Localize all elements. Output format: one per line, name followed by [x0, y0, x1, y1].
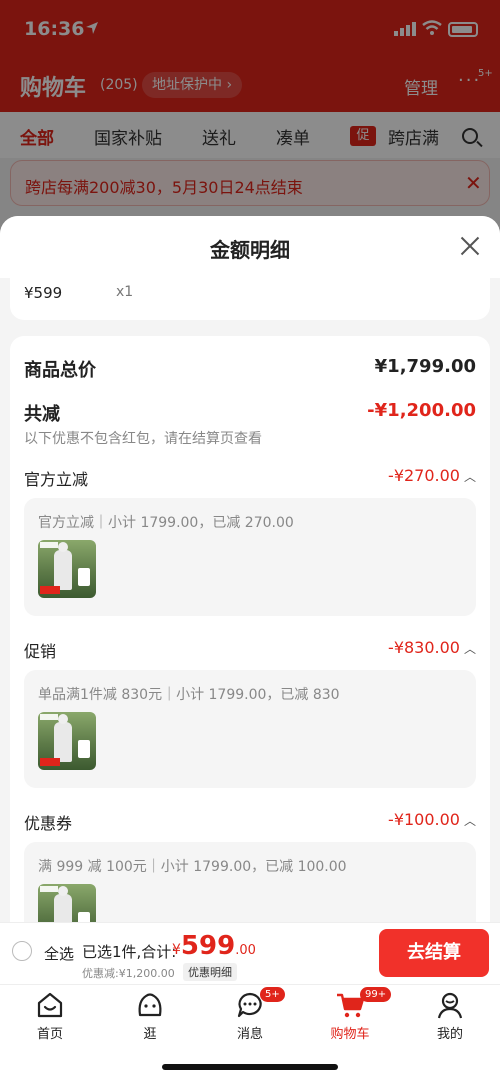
select-all-checkbox[interactable] — [12, 941, 32, 961]
nav-messages-label: 消息 — [236, 1027, 263, 1042]
detail-text: 单品满1件减 830元｜小计 1799.00，已减 830 — [38, 687, 340, 703]
product-thumbnail[interactable] — [38, 712, 96, 770]
detail-text: 官方立减｜小计 1799.00，已减 270.00 — [38, 515, 294, 531]
discount-detail-button[interactable]: 优惠明细 — [183, 963, 237, 981]
section-promotion-value: -¥830.00 — [388, 638, 460, 657]
nav-messages[interactable]: 5+ 消息 — [210, 987, 290, 1042]
chevron-up-icon: ︿ — [463, 642, 476, 656]
section-official-discount-toggle[interactable]: -¥270.00 ︿ — [388, 466, 476, 485]
sheet-header: 金额明细 — [0, 216, 500, 278]
nav-profile[interactable]: 我的 — [410, 991, 490, 1042]
section-promotion-label: 促销 — [24, 642, 57, 661]
message-badge: 5+ — [260, 987, 285, 1002]
section-official-discount-value: -¥270.00 — [388, 466, 460, 485]
item-quantity: x1 — [116, 284, 134, 300]
total-price-value: ¥1,799.00 — [374, 356, 476, 377]
total-reduction-value: -¥1,200.00 — [367, 400, 476, 421]
checkout-button[interactable]: 去结算 — [379, 929, 489, 977]
section-coupon-toggle[interactable]: -¥100.00 ︿ — [388, 810, 476, 829]
checkout-bar: 全选 已选1件,合计: ¥599.00 优惠减:¥1,200.00 优惠明细 去… — [0, 922, 500, 984]
saved-amount: 优惠减:¥1,200.00 — [82, 967, 175, 980]
nav-profile-label: 我的 — [436, 1027, 463, 1042]
nav-cart[interactable]: 99+ 购物车 — [310, 987, 392, 1042]
reduction-note: 以下优惠不包含红包，请在结算页查看 — [24, 431, 262, 447]
browse-icon — [138, 993, 162, 1017]
cart-badge: 99+ — [360, 987, 392, 1002]
home-indicator — [162, 1064, 338, 1070]
nav-browse-label: 逛 — [143, 1027, 157, 1042]
section-promotion-detail: 单品满1件减 830元｜小计 1799.00，已减 830 — [24, 670, 476, 788]
price-integer: 599 — [180, 931, 236, 961]
total-reduction-label: 共减 — [24, 404, 60, 425]
item-summary-card: ¥599 x1 — [10, 278, 490, 320]
close-icon[interactable] — [458, 234, 482, 258]
detail-text: 满 999 减 100元｜小计 1799.00，已减 100.00 — [38, 859, 347, 875]
profile-icon — [437, 992, 463, 1019]
section-coupon-value: -¥100.00 — [388, 810, 460, 829]
total-price: ¥599.00 — [172, 931, 256, 961]
selected-summary: 已选1件,合计: — [82, 943, 177, 961]
select-all-label[interactable]: 全选 — [44, 943, 74, 964]
nav-cart-label: 购物车 — [330, 1027, 370, 1042]
chevron-up-icon: ︿ — [463, 470, 476, 484]
item-price: ¥599 — [24, 284, 63, 302]
home-icon — [37, 992, 63, 1018]
total-price-label: 商品总价 — [24, 360, 96, 381]
product-thumbnail[interactable] — [38, 540, 96, 598]
price-decimal: .00 — [235, 943, 256, 958]
sheet-title: 金额明细 — [210, 238, 290, 262]
nav-home[interactable]: 首页 — [10, 991, 90, 1042]
currency-symbol: ¥ — [172, 942, 181, 958]
section-official-discount-label: 官方立减 — [24, 470, 89, 489]
section-official-discount-detail: 官方立减｜小计 1799.00，已减 270.00 — [24, 498, 476, 616]
nav-home-label: 首页 — [36, 1027, 63, 1042]
section-promotion-toggle[interactable]: -¥830.00 ︿ — [388, 638, 476, 657]
section-coupon-label: 优惠券 — [24, 814, 73, 833]
nav-browse[interactable]: 逛 — [110, 991, 190, 1042]
chevron-up-icon: ︿ — [463, 814, 476, 828]
